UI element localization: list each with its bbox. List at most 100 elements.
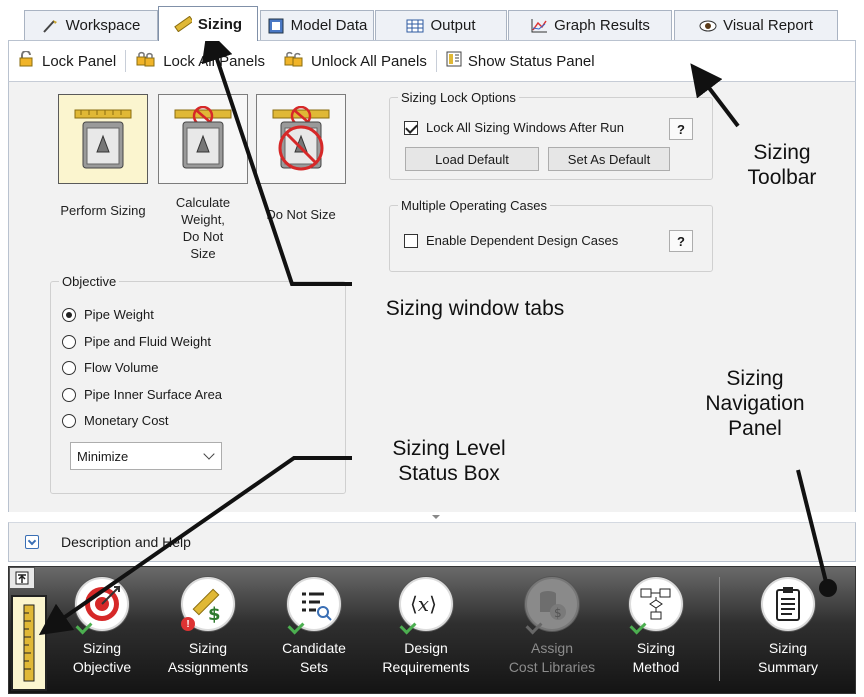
nav-icon-circle: ⟨𝑥⟩: [399, 577, 453, 635]
tab-visual-report[interactable]: Visual Report: [674, 10, 838, 40]
group-legend: Sizing Lock Options: [401, 90, 516, 105]
nav-label: Sizing Summary: [758, 640, 818, 675]
status-panel-icon: [446, 51, 462, 71]
splitter-grip[interactable]: [432, 515, 440, 519]
lock-all-panels-button[interactable]: Lock All Panels: [126, 46, 274, 76]
lock-all-sizing-checkbox[interactable]: [404, 120, 418, 135]
description-label: Description and Help: [61, 534, 191, 550]
radio-button[interactable]: [62, 334, 76, 349]
nav-sizing-method[interactable]: Sizing Method: [601, 577, 711, 677]
enable-dependent-cases-checkbox[interactable]: [404, 233, 418, 248]
lock-all-sizing-checkbox-row[interactable]: Lock All Sizing Windows After Run: [404, 120, 624, 135]
nav-label: Sizing Objective: [72, 640, 132, 675]
lock-all-label: Lock All Panels: [163, 52, 265, 70]
sizing-level-status-box[interactable]: [11, 595, 47, 691]
nav-sizing-objective[interactable]: Sizing Objective: [47, 577, 157, 677]
svg-text:⟨𝑥⟩: ⟨𝑥⟩: [410, 592, 437, 616]
unlock-all-label: Unlock All Panels: [310, 52, 427, 70]
tab-graph-results[interactable]: Graph Results: [508, 10, 672, 40]
radio-label: Pipe and Fluid Weight: [84, 334, 211, 349]
radio-button[interactable]: [62, 307, 76, 322]
radio-button[interactable]: [62, 360, 76, 375]
sizing-navigation-panel: Sizing Objective $ ! Sizing Assignments Ca…: [8, 566, 856, 694]
radio-label: Pipe Inner Surface Area: [84, 387, 223, 402]
collapse-status-button[interactable]: [9, 567, 35, 589]
nav-icon-circle: [287, 577, 341, 635]
objective-option-pipe-fluid-weight[interactable]: Pipe and Fluid Weight: [62, 334, 211, 349]
objective-direction-select[interactable]: Minimize: [70, 442, 222, 470]
objective-option-flow-volume[interactable]: Flow Volume: [62, 360, 158, 375]
objective-option-surface-area[interactable]: Pipe Inner Surface Area: [62, 387, 222, 402]
lock-options-help-button[interactable]: ?: [669, 118, 693, 140]
checkbox-label: Lock All Sizing Windows After Run: [426, 120, 624, 135]
annotation-sizing-window-tabs: Sizing window tabs: [385, 297, 565, 320]
checkbox-label: Enable Dependent Design Cases: [426, 233, 619, 248]
tab-label: Sizing: [197, 15, 243, 33]
group-legend: Objective: [62, 274, 117, 289]
nav-candidate-sets[interactable]: Candidate Sets: [259, 577, 369, 677]
pin-top-icon: [15, 571, 29, 585]
lock-panel-button[interactable]: Lock Panel: [9, 46, 125, 76]
show-status-label: Show Status Panel: [467, 52, 595, 70]
tab-sizing[interactable]: Sizing: [158, 6, 258, 41]
cost-library-icon: $: [540, 591, 566, 620]
locks-icon: [135, 51, 157, 71]
multi-cases-help-button[interactable]: ?: [669, 230, 693, 252]
nav-design-requirements[interactable]: ⟨𝑥⟩ Design Requirements: [371, 577, 481, 677]
clipboard-prohibited-icon: [272, 106, 330, 171]
error-status-icon: !: [181, 617, 195, 631]
load-default-button[interactable]: Load Default: [405, 147, 539, 171]
nav-sizing-assignments[interactable]: $ ! Sizing Assignments: [153, 577, 263, 677]
calc-line: Do Not: [182, 229, 224, 244]
description-help-bar[interactable]: Description and Help: [8, 522, 856, 562]
do-not-size-button[interactable]: [256, 94, 346, 184]
function-x-icon: ⟨𝑥⟩: [410, 592, 437, 616]
radio-button[interactable]: [62, 413, 76, 428]
calc-line: Weight,: [181, 212, 225, 227]
tab-label: Model Data: [290, 17, 368, 34]
radio-label: Flow Volume: [84, 360, 159, 375]
radio-label: Pipe Weight: [84, 307, 154, 322]
select-value: Minimize: [77, 448, 129, 464]
tab-label: Visual Report: [723, 17, 813, 34]
nav-icon-circle: [629, 577, 683, 635]
show-status-panel-button[interactable]: Show Status Panel: [437, 46, 604, 76]
enable-dependent-cases-row[interactable]: Enable Dependent Design Cases: [404, 233, 618, 248]
unlocks-icon: [283, 51, 305, 71]
nav-icon-circle: [761, 577, 815, 631]
perform-sizing-label: Perform Sizing: [60, 203, 146, 218]
set-as-default-button[interactable]: Set As Default: [548, 147, 670, 171]
annotation-sizing-toolbar: Sizing Toolbar: [747, 141, 817, 189]
lock-panel-label: Lock Panel: [42, 52, 117, 70]
calculate-weight-button[interactable]: [158, 94, 248, 184]
nav-sizing-summary[interactable]: Sizing Summary: [733, 577, 843, 677]
nav-icon-circle: [75, 577, 129, 635]
objective-option-monetary-cost[interactable]: Monetary Cost: [62, 413, 169, 428]
workspace-icon: [42, 18, 60, 34]
nav-separator: [719, 577, 720, 681]
tab-output[interactable]: Output: [375, 10, 507, 40]
clipboard-list-icon: [776, 587, 800, 621]
nav-label: Candidate Sets: [282, 640, 346, 675]
svg-text:$: $: [208, 604, 221, 624]
tab-label: Graph Results: [554, 17, 650, 34]
tab-workspace[interactable]: Workspace: [24, 10, 158, 40]
calc-line: Size: [190, 246, 216, 261]
radio-label: Monetary Cost: [84, 413, 169, 428]
unlock-all-panels-button[interactable]: Unlock All Panels: [274, 46, 436, 76]
flowchart-icon: [640, 588, 671, 620]
group-legend: Multiple Operating Cases: [401, 198, 547, 213]
annotation-sizing-level-status-box: Sizing Level Status Box: [392, 437, 506, 485]
expand-icon[interactable]: [25, 535, 39, 549]
nav-icon-circle: $: [525, 577, 579, 635]
target-icon: [85, 586, 120, 621]
calculate-weight-label: Calculate Weight, Do Not Size: [158, 194, 248, 262]
perform-sizing-button[interactable]: [58, 94, 148, 184]
tab-model-data[interactable]: Model Data: [260, 10, 374, 40]
objective-option-pipe-weight[interactable]: Pipe Weight: [62, 307, 154, 322]
do-not-size-label: Do Not Size: [266, 207, 336, 222]
nav-label: Assign Cost Libraries: [508, 640, 596, 675]
eye-icon: [699, 18, 717, 34]
model-data-icon: [267, 18, 285, 34]
radio-button[interactable]: [62, 387, 76, 402]
